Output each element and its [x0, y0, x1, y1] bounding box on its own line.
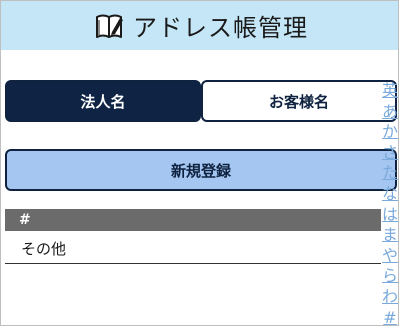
index-link-ta[interactable]: た: [382, 163, 398, 184]
book-pencil-icon: [95, 12, 125, 40]
index-link-a[interactable]: あ: [382, 102, 398, 123]
tab-customer-name[interactable]: お客様名: [201, 80, 397, 122]
list-item[interactable]: その他: [5, 233, 381, 264]
tab-corporate-name[interactable]: 法人名: [5, 80, 201, 122]
index-link-ei[interactable]: 英: [382, 81, 398, 102]
kana-index-bar: 英 あ か さ た な は ま や ら わ #: [382, 81, 398, 328]
index-link-na[interactable]: な: [382, 184, 398, 205]
index-link-ka[interactable]: か: [382, 122, 398, 143]
header-title-group: アドレス帳管理: [95, 8, 308, 43]
index-link-other[interactable]: #: [383, 308, 396, 328]
new-registration-button[interactable]: 新規登録: [5, 149, 397, 191]
app-header: アドレス帳管理: [1, 1, 398, 50]
index-link-ma[interactable]: ま: [382, 225, 398, 246]
page-title: アドレス帳管理: [133, 14, 308, 42]
index-link-wa[interactable]: わ: [382, 287, 398, 308]
index-link-ha[interactable]: は: [382, 205, 398, 226]
index-link-ya[interactable]: や: [382, 246, 398, 267]
list-group-header: #: [5, 209, 381, 231]
index-link-ra[interactable]: ら: [382, 266, 398, 287]
index-link-sa[interactable]: さ: [382, 143, 398, 164]
